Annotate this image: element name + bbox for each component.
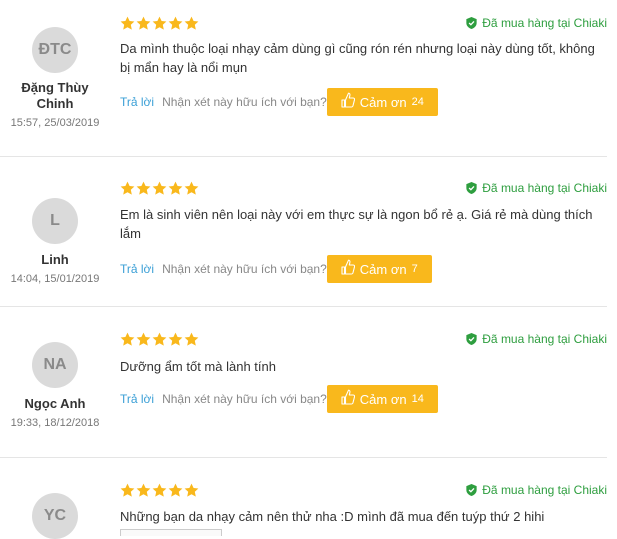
star-icon [120,483,135,497]
star-icon [136,483,151,497]
star-icon [168,16,183,30]
helpful-question: Nhận xét này hữu ích với bạn? [162,392,327,406]
star-icon [152,16,167,30]
verified-purchase-badge: Đã mua hàng tại Chiaki [466,483,607,497]
review-date: 19:33, 18/12/2018 [10,417,100,429]
verified-purchase-badge: Đã mua hàng tại Chiaki [466,16,607,30]
review-actions: Trả lời Nhận xét này hữu ích với bạn? Cả… [120,255,432,283]
rating-stars [120,332,199,347]
helpful-question: Nhận xét này hữu ích với bạn? [162,95,327,109]
star-icon [152,181,167,195]
reviewer-info: ĐTC Đặng Thùy Chinh 15:57, 25/03/2019 [0,27,110,130]
thumbs-up-icon [341,389,355,405]
rating-stars [120,16,199,31]
star-icon [120,181,135,195]
reviewer-name: Đặng Thùy Chinh [21,80,89,111]
star-icon [120,332,135,346]
review-date: 15:57, 25/03/2019 [10,117,100,129]
thanks-label: Cảm ơn [359,261,407,277]
thanks-count: 24 [411,96,424,108]
review-actions: Trả lời Nhận xét này hữu ích với bạn? Cả… [120,88,438,116]
shield-check-icon [466,484,477,496]
thanks-button[interactable]: Cảm ơn 24 [326,88,438,116]
avatar: ĐTC [32,27,78,73]
rating-stars [120,483,199,498]
star-icon [136,181,151,195]
star-icon [184,483,199,497]
verified-label: Đã mua hàng tại Chiaki [482,16,607,30]
verified-label: Đã mua hàng tại Chiaki [482,181,607,195]
star-icon [184,16,199,30]
review-text: Những bạn da nhạy cảm nên thử nha :D mìn… [120,509,545,524]
avatar: L [32,198,78,244]
star-icon [184,181,199,195]
reviewer-name: Linh [41,252,69,267]
star-icon [136,16,151,30]
helpful-question: Nhận xét này hữu ích với bạn? [162,262,327,276]
star-icon [168,332,183,346]
reviewer-info: NA Ngọc Anh 19:33, 18/12/2018 [0,342,110,430]
avatar: NA [32,342,78,388]
thumbs-up-icon [341,259,355,275]
verified-label: Đã mua hàng tại Chiaki [482,483,607,497]
review-text: Da mình thuộc loại nhạy cảm dùng gì cũng… [120,41,595,75]
reviewer-info: YC [0,493,110,539]
reviewer-name: Ngọc Anh [24,396,86,411]
reviewer-info: L Linh 14:04, 15/01/2019 [0,198,110,286]
thanks-count: 7 [411,263,418,275]
review-text: Dưỡng ẩm tốt mà lành tính [120,359,276,374]
star-icon [168,483,183,497]
rating-stars [120,181,199,196]
star-icon [120,16,135,30]
thumbs-up-icon [341,92,355,108]
review-item: ĐTC Đặng Thùy Chinh 15:57, 25/03/2019 Đã… [0,0,607,157]
star-icon [168,181,183,195]
review-text: Em là sinh viên nên loại này với em thực… [120,207,593,241]
star-icon [136,332,151,346]
review-date: 14:04, 15/01/2019 [10,273,100,285]
shield-check-icon [466,333,477,345]
reply-link[interactable]: Trả lời [120,392,154,406]
review-list: ĐTC Đặng Thùy Chinh 15:57, 25/03/2019 Đã… [0,0,617,539]
shield-check-icon [466,182,477,194]
verified-purchase-badge: Đã mua hàng tại Chiaki [466,332,607,346]
verified-purchase-badge: Đã mua hàng tại Chiaki [466,181,607,195]
review-item: YC Đã mua hàng tại Chiaki Những bạn da n… [0,458,607,539]
shield-check-icon [466,17,477,29]
reply-link[interactable]: Trả lời [120,95,154,109]
reply-link[interactable]: Trả lời [120,262,154,276]
avatar: YC [32,493,78,539]
verified-label: Đã mua hàng tại Chiaki [482,332,607,346]
review-item: NA Ngọc Anh 19:33, 18/12/2018 Đã mua hàn… [0,307,607,458]
thanks-count: 14 [411,393,424,405]
star-icon [152,483,167,497]
thanks-button[interactable]: Cảm ơn 14 [326,385,438,413]
review-item: L Linh 14:04, 15/01/2019 Đã mua hàng tại… [0,157,607,307]
star-icon [152,332,167,346]
thanks-button[interactable]: Cảm ơn 7 [326,255,432,283]
thanks-label: Cảm ơn [359,391,407,407]
star-icon [184,332,199,346]
thanks-label: Cảm ơn [359,94,407,110]
review-actions: Trả lời Nhận xét này hữu ích với bạn? Cả… [120,385,438,413]
